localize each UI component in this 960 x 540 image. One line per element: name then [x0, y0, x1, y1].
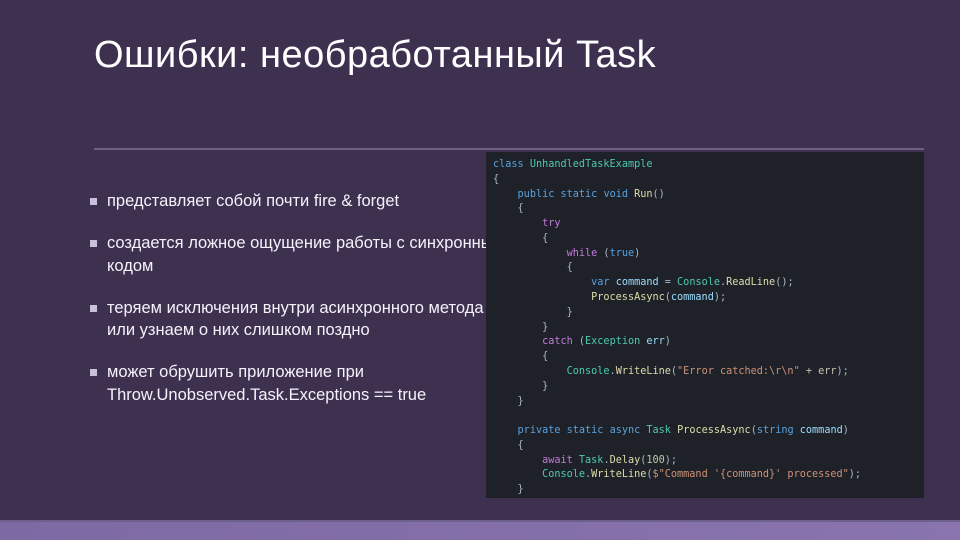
- method-run: Run: [634, 189, 652, 200]
- horizontal-rule: [94, 148, 924, 150]
- type-console: Console: [677, 277, 720, 288]
- kw-static: static: [561, 189, 598, 200]
- bullet-text: представляет собой почти fire & forget: [107, 190, 399, 212]
- kw-var: var: [591, 277, 609, 288]
- interp-string: $"Command '{command}' processed": [653, 469, 849, 480]
- code-block: class UnhandledTaskExample { public stat…: [486, 152, 924, 498]
- bullet-icon: [90, 369, 97, 376]
- var-err: err: [646, 336, 664, 347]
- slide: Ошибки: необработанный Task представляет…: [0, 0, 960, 540]
- var-command: command: [616, 277, 659, 288]
- kw-try: try: [542, 218, 560, 229]
- bullet-text: может обрушить приложение при Throw.Unob…: [107, 361, 510, 406]
- param-command: command: [800, 425, 843, 436]
- type-console2: Console: [567, 366, 610, 377]
- type-console3: Console: [542, 469, 585, 480]
- kw-catch: catch: [542, 336, 573, 347]
- kw-void: void: [603, 189, 628, 200]
- bullet-icon: [90, 305, 97, 312]
- string-literal: "Error catched:\r\n": [677, 366, 800, 377]
- type-exception: Exception: [585, 336, 640, 347]
- kw-class: class: [493, 159, 524, 170]
- list-item: может обрушить приложение при Throw.Unob…: [90, 361, 510, 406]
- num-literal: 100: [646, 455, 664, 466]
- kw-await: await: [542, 455, 573, 466]
- bullet-list: представляет собой почти fire & forget с…: [0, 160, 510, 540]
- arg-command: command: [671, 292, 714, 303]
- concat-expr: + err: [800, 366, 837, 377]
- class-name: UnhandledTaskExample: [530, 159, 653, 170]
- fn-processasync: ProcessAsync: [591, 292, 665, 303]
- list-item: теряем исключения внутри асинхронного ме…: [90, 297, 510, 342]
- method-processasync: ProcessAsync: [677, 425, 751, 436]
- kw-while: while: [567, 248, 598, 259]
- type-task: Task: [646, 425, 671, 436]
- list-item: представляет собой почти fire & forget: [90, 190, 510, 212]
- type-task2: Task: [579, 455, 604, 466]
- page-title: Ошибки: необработанный Task: [0, 0, 960, 83]
- kw-public: public: [518, 189, 555, 200]
- bullet-text: создается ложное ощущение работы с синхр…: [107, 232, 510, 277]
- kw-true: true: [610, 248, 635, 259]
- kw-static2: static: [567, 425, 604, 436]
- bullet-icon: [90, 240, 97, 247]
- type-string: string: [757, 425, 794, 436]
- bullet-text: теряем исключения внутри асинхронного ме…: [107, 297, 510, 342]
- bullet-icon: [90, 198, 97, 205]
- fn-readline: ReadLine: [726, 277, 775, 288]
- fn-delay: Delay: [610, 455, 641, 466]
- kw-async: async: [610, 425, 641, 436]
- footer-accent: [0, 522, 960, 540]
- fn-writeline: WriteLine: [616, 366, 671, 377]
- list-item: создается ложное ощущение работы с синхр…: [90, 232, 510, 277]
- fn-writeline2: WriteLine: [591, 469, 646, 480]
- kw-private: private: [518, 425, 561, 436]
